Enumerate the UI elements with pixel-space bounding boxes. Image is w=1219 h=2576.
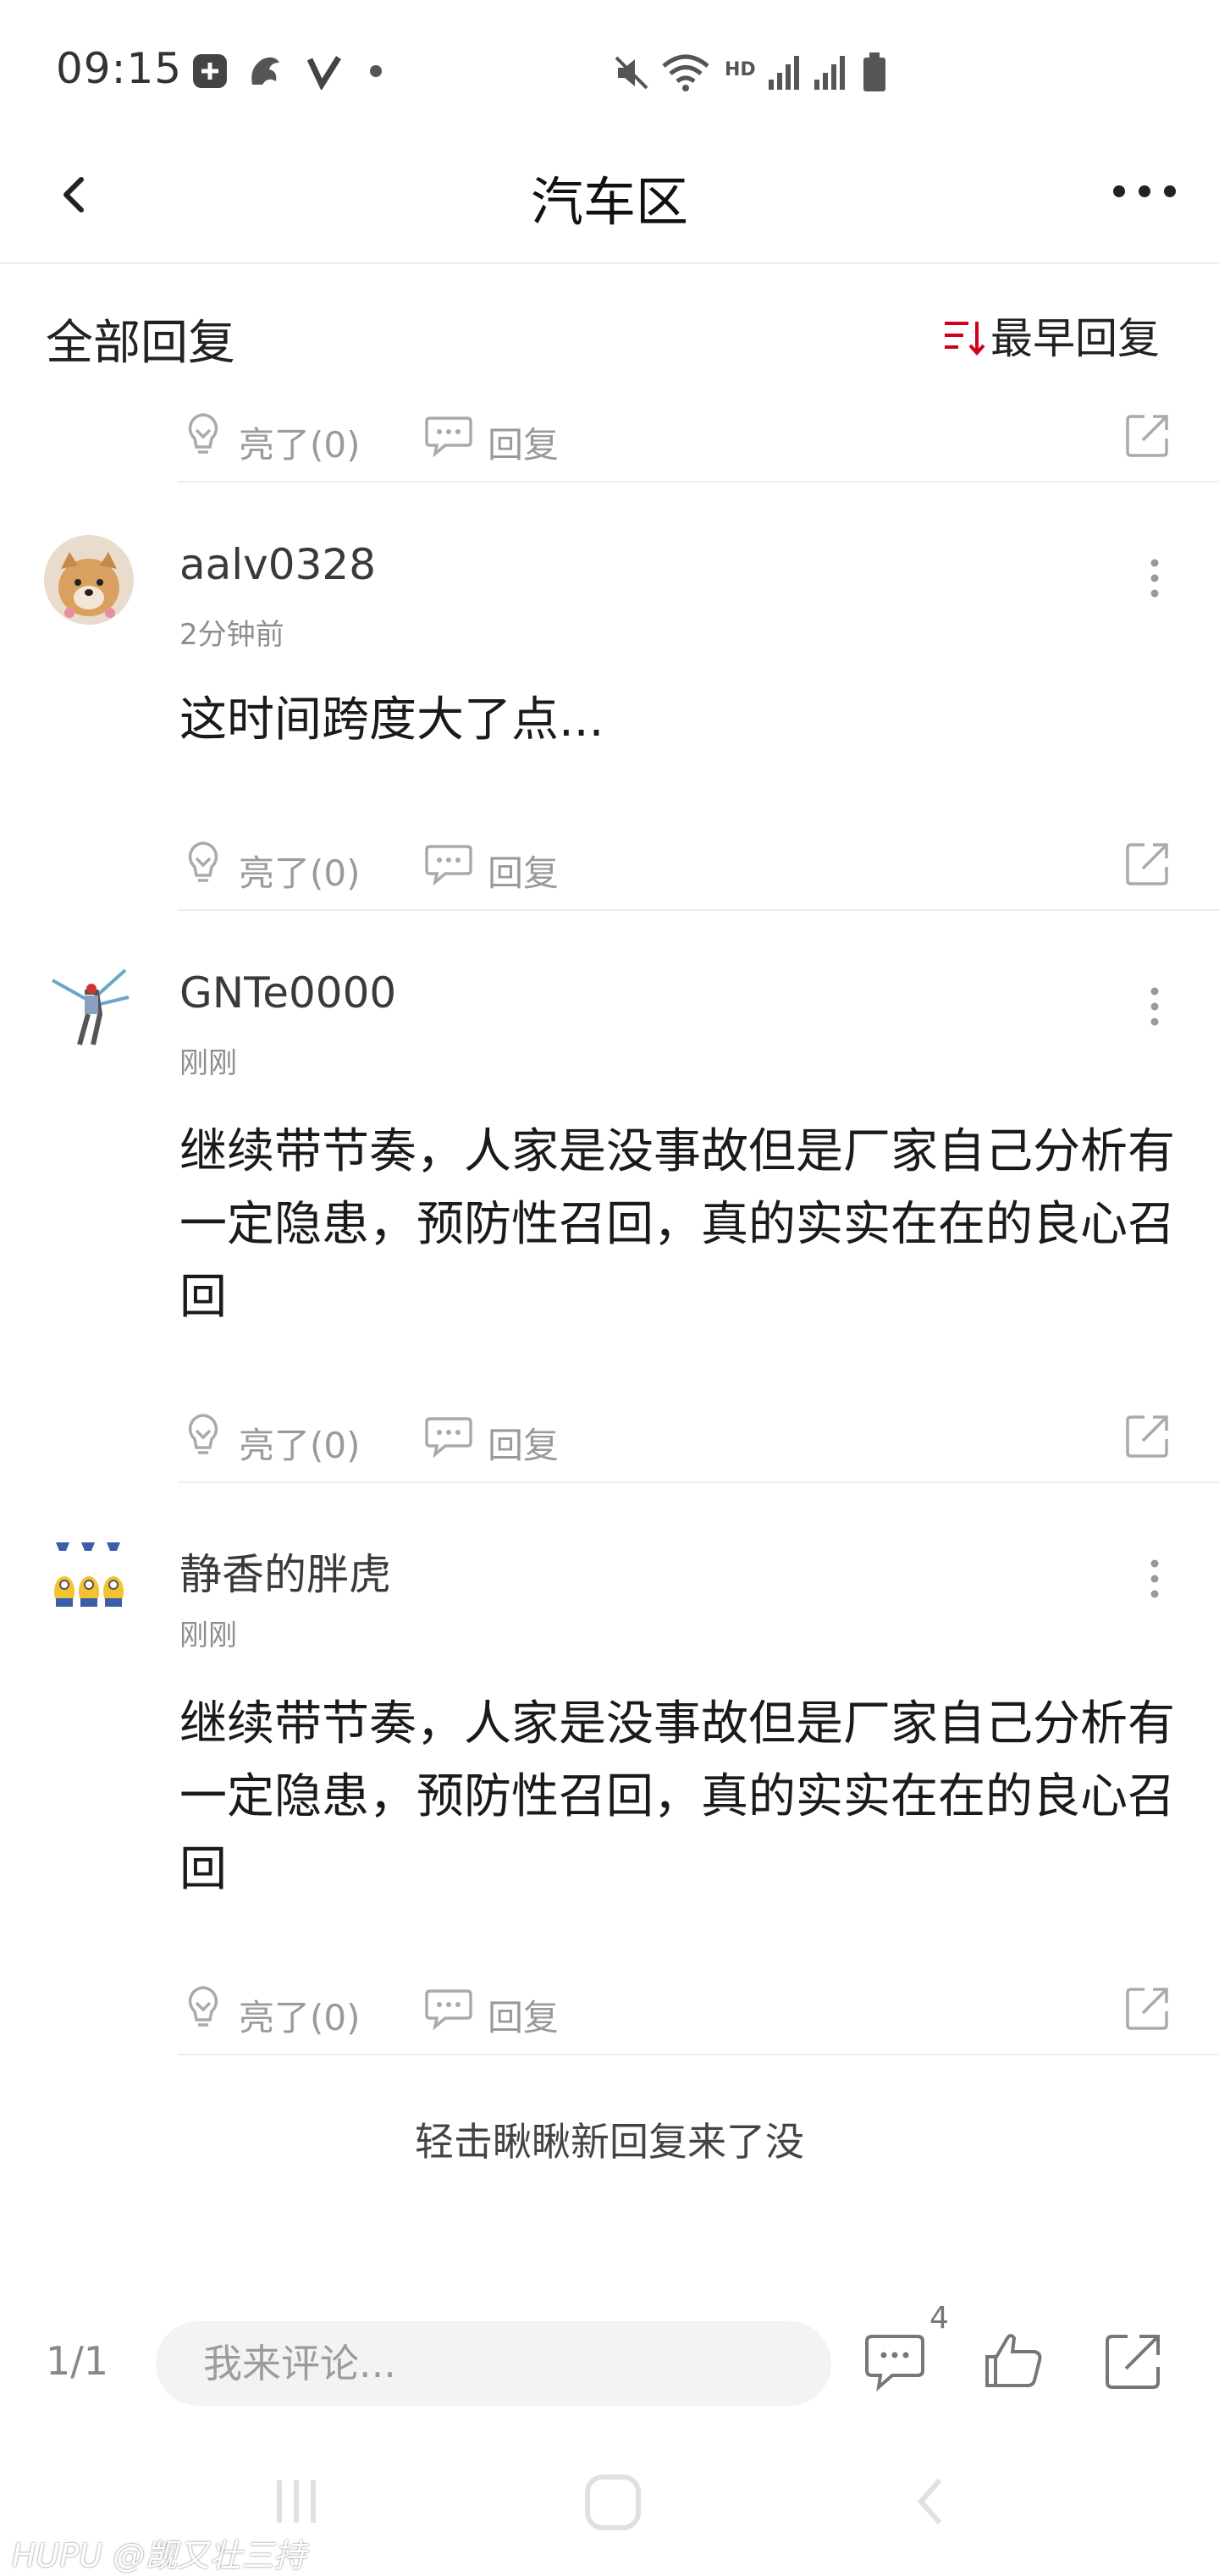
share-button[interactable]	[1122, 1410, 1173, 1461]
divider	[178, 1481, 1219, 1483]
comment-action-bar: 亮了(0) 回复	[178, 826, 1219, 911]
watermark: HUPU @觊又壮三持	[12, 2537, 306, 2574]
comment-bubble-icon	[425, 416, 472, 457]
home-icon	[585, 2474, 641, 2530]
wifi-icon	[662, 54, 709, 91]
status-time: 09:15	[56, 44, 183, 93]
avatar[interactable]	[44, 535, 134, 625]
share-button[interactable]	[1122, 410, 1173, 461]
page-title: 汽车区	[530, 171, 688, 233]
more-vertical-icon	[1150, 559, 1159, 598]
comment-bubble-icon	[425, 1989, 472, 2030]
lightbulb-icon	[188, 413, 218, 454]
back-icon	[918, 2479, 942, 2524]
like-label: 亮了(0)	[239, 852, 361, 894]
like-label: 亮了(0)	[239, 424, 361, 466]
like-label: 亮了(0)	[239, 1997, 361, 2038]
recent-apps-button[interactable]	[262, 2472, 330, 2531]
dragon-app-icon	[251, 57, 279, 85]
avatar[interactable]	[44, 963, 134, 1053]
signal-icon	[814, 56, 845, 90]
reply-label: 回复	[488, 424, 560, 466]
comment-more-button[interactable]	[1145, 1551, 1165, 1610]
reply-label: 回复	[488, 1425, 560, 1466]
comment-bubble-icon	[865, 2335, 924, 2392]
comment-more-button[interactable]	[1145, 979, 1165, 1038]
lightbulb-icon	[188, 1414, 218, 1454]
divider	[178, 481, 1219, 483]
sort-label: 最早回复	[990, 314, 1160, 363]
username[interactable]: 静香的胖虎	[179, 1541, 391, 1602]
more-vertical-icon	[1150, 1559, 1159, 1598]
v-app-icon	[306, 56, 341, 90]
timestamp: 刚刚	[179, 1046, 237, 1080]
comments-button[interactable]	[862, 2330, 935, 2397]
comment-text: 继续带节奏，人家是没事故但是厂家自己分析有一定隐患，预防性召回，真的实实在在的良…	[179, 1124, 1175, 1325]
notification-icon	[193, 54, 227, 88]
share-icon	[1126, 1415, 1168, 1458]
dog-avatar-icon	[44, 535, 134, 625]
share-icon	[1126, 415, 1168, 457]
comment-action-bar: 亮了(0) 回复	[178, 1971, 1219, 2055]
reply-button[interactable]: 回复	[423, 405, 576, 472]
avatar[interactable]	[44, 1536, 134, 1625]
robot-avatar-icon	[44, 963, 134, 1053]
lightbulb-icon	[188, 841, 218, 882]
share-icon	[1106, 2335, 1160, 2389]
share-button[interactable]	[1100, 2330, 1165, 2394]
reply-button[interactable]: 回复	[423, 833, 576, 901]
divider	[178, 909, 1219, 911]
like-button[interactable]: 亮了(0)	[178, 405, 372, 472]
more-horizontal-icon	[1113, 185, 1176, 197]
battery-icon	[863, 52, 885, 91]
share-button[interactable]	[1122, 838, 1173, 889]
more-button[interactable]	[1109, 174, 1180, 208]
system-back-button[interactable]	[906, 2472, 957, 2531]
share-icon	[1126, 843, 1168, 885]
reply-button[interactable]: 回复	[423, 1405, 576, 1473]
section-title: 全部回复	[46, 316, 235, 371]
dot-icon	[370, 65, 382, 77]
username[interactable]: aalv0328	[179, 540, 376, 589]
share-button[interactable]	[1122, 1983, 1173, 2033]
comment-action-bar: 亮了(0) 回复	[178, 1398, 1219, 1483]
timestamp: 2分钟前	[179, 618, 284, 652]
minions-avatar-icon	[44, 1536, 134, 1625]
lightbulb-icon	[188, 1986, 218, 2027]
comment-bubble-icon	[425, 1417, 472, 1458]
like-button[interactable]: 亮了(0)	[178, 1405, 372, 1473]
sort-icon	[945, 322, 985, 356]
signal-icon	[769, 56, 799, 90]
more-vertical-icon	[1150, 987, 1159, 1026]
reply-button[interactable]: 回复	[423, 1978, 576, 2045]
hd-icon: HD	[725, 59, 756, 80]
like-button[interactable]: 亮了(0)	[178, 1978, 372, 2045]
comment-count-badge: 4	[929, 2301, 949, 2336]
username[interactable]: GNTe0000	[179, 968, 396, 1018]
comment-bubble-icon	[425, 845, 472, 885]
recent-apps-icon	[277, 2480, 316, 2523]
divider	[178, 2054, 1219, 2055]
thumbs-up-icon	[985, 2334, 1042, 2387]
comment-text: 这时间跨度大了点...	[179, 692, 604, 747]
nav-divider	[0, 262, 1219, 264]
like-label: 亮了(0)	[239, 1425, 361, 1466]
comment-text: 继续带节奏，人家是没事故但是厂家自己分析有一定隐患，预防性召回，真的实实在在的良…	[179, 1696, 1175, 1897]
comment-input[interactable]	[156, 2321, 831, 2406]
home-button[interactable]	[581, 2470, 645, 2535]
timestamp: 刚刚	[179, 1619, 237, 1652]
thumbs-up-button[interactable]	[980, 2326, 1048, 2394]
share-icon	[1126, 1988, 1168, 2030]
reply-label: 回复	[488, 852, 560, 894]
like-button[interactable]: 亮了(0)	[178, 833, 372, 901]
sort-button[interactable]: 最早回复	[938, 301, 1183, 369]
status-bar: 09:15 HD	[0, 0, 1219, 144]
comment-more-button[interactable]	[1145, 550, 1165, 610]
page-indicator[interactable]: 1/1	[46, 2338, 108, 2384]
reply-label: 回复	[488, 1997, 560, 2038]
mute-icon	[615, 56, 648, 90]
load-new-replies-button[interactable]: 轻击瞅瞅新回复来了没	[0, 2111, 1219, 2167]
comment-action-bar: 亮了(0) 回复	[178, 398, 1219, 483]
